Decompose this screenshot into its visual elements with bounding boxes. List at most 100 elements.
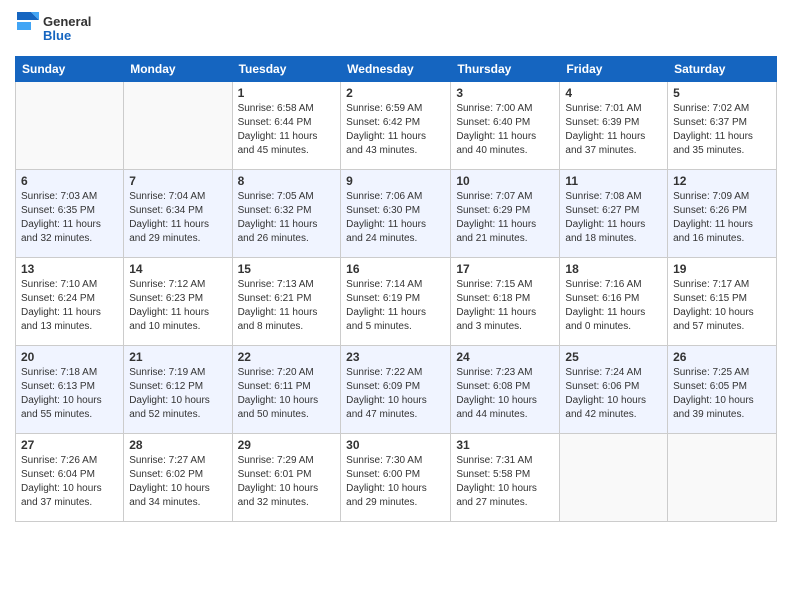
- day-number: 21: [129, 350, 226, 364]
- calendar-cell: 30 Sunrise: 7:30 AMSunset: 6:00 PMDayligh…: [341, 434, 451, 522]
- day-number: 31: [456, 438, 554, 452]
- day-info: Sunrise: 7:03 AMSunset: 6:35 PMDaylight:…: [21, 190, 118, 246]
- day-number: 23: [346, 350, 445, 364]
- day-number: 11: [565, 174, 662, 188]
- calendar-cell: 24 Sunrise: 7:23 AMSunset: 6:08 PMDayligh…: [451, 346, 560, 434]
- day-number: 5: [673, 86, 771, 100]
- day-number: 16: [346, 262, 445, 276]
- calendar-cell: 10 Sunrise: 7:07 AMSunset: 6:29 PMDayligh…: [451, 170, 560, 258]
- day-number: 24: [456, 350, 554, 364]
- day-number: 6: [21, 174, 118, 188]
- calendar-cell: [124, 82, 232, 170]
- calendar-cell: 14 Sunrise: 7:12 AMSunset: 6:23 PMDayligh…: [124, 258, 232, 346]
- logo-svg: General Blue: [15, 10, 105, 48]
- day-info: Sunrise: 7:29 AMSunset: 6:01 PMDaylight:…: [238, 454, 336, 510]
- calendar-cell: 11 Sunrise: 7:08 AMSunset: 6:27 PMDayligh…: [560, 170, 668, 258]
- calendar-cell: [16, 82, 124, 170]
- day-number: 10: [456, 174, 554, 188]
- day-number: 13: [21, 262, 118, 276]
- day-info: Sunrise: 7:07 AMSunset: 6:29 PMDaylight:…: [456, 190, 554, 246]
- calendar-cell: 1 Sunrise: 6:58 AMSunset: 6:44 PMDaylight…: [232, 82, 341, 170]
- day-number: 20: [21, 350, 118, 364]
- day-info: Sunrise: 7:22 AMSunset: 6:09 PMDaylight:…: [346, 366, 445, 422]
- calendar-cell: 25 Sunrise: 7:24 AMSunset: 6:06 PMDayligh…: [560, 346, 668, 434]
- day-number: 7: [129, 174, 226, 188]
- calendar-cell: [560, 434, 668, 522]
- calendar-cell: 27 Sunrise: 7:26 AMSunset: 6:04 PMDayligh…: [16, 434, 124, 522]
- calendar-table: SundayMondayTuesdayWednesdayThursdayFrid…: [15, 56, 777, 522]
- weekday-header-friday: Friday: [560, 57, 668, 82]
- day-info: Sunrise: 7:31 AMSunset: 5:58 PMDaylight:…: [456, 454, 554, 510]
- calendar-cell: 3Sunrise: 7:00 AMSunset: 6:40 PMDaylight…: [451, 82, 560, 170]
- header: General Blue: [15, 10, 777, 48]
- day-number: 14: [129, 262, 226, 276]
- day-info: Sunrise: 7:05 AMSunset: 6:32 PMDaylight:…: [238, 190, 336, 246]
- day-info: Sunrise: 7:17 AMSunset: 6:15 PMDaylight:…: [673, 278, 771, 334]
- calendar-cell: 9Sunrise: 7:06 AMSunset: 6:30 PMDaylight…: [341, 170, 451, 258]
- weekday-header-wednesday: Wednesday: [341, 57, 451, 82]
- day-info: Sunrise: 7:18 AMSunset: 6:13 PMDaylight:…: [21, 366, 118, 422]
- day-info: Sunrise: 7:19 AMSunset: 6:12 PMDaylight:…: [129, 366, 226, 422]
- day-number: 19: [673, 262, 771, 276]
- calendar-cell: 16Sunrise: 7:14 AMSunset: 6:19 PMDayligh…: [341, 258, 451, 346]
- calendar-cell: 7 Sunrise: 7:04 AMSunset: 6:34 PMDaylight…: [124, 170, 232, 258]
- calendar-cell: 18 Sunrise: 7:16 AMSunset: 6:16 PMDayligh…: [560, 258, 668, 346]
- calendar-cell: 28 Sunrise: 7:27 AMSunset: 6:02 PMDayligh…: [124, 434, 232, 522]
- day-number: 29: [238, 438, 336, 452]
- weekday-header-saturday: Saturday: [668, 57, 777, 82]
- day-info: Sunrise: 7:23 AMSunset: 6:08 PMDaylight:…: [456, 366, 554, 422]
- weekday-header-sunday: Sunday: [16, 57, 124, 82]
- svg-text:Blue: Blue: [43, 28, 71, 43]
- day-number: 17: [456, 262, 554, 276]
- calendar-cell: 2Sunrise: 6:59 AMSunset: 6:42 PMDaylight…: [341, 82, 451, 170]
- week-row-5: 27 Sunrise: 7:26 AMSunset: 6:04 PMDayligh…: [16, 434, 777, 522]
- weekday-header-row: SundayMondayTuesdayWednesdayThursdayFrid…: [16, 57, 777, 82]
- day-info: Sunrise: 7:09 AMSunset: 6:26 PMDaylight:…: [673, 190, 771, 246]
- day-number: 22: [238, 350, 336, 364]
- day-info: Sunrise: 7:06 AMSunset: 6:30 PMDaylight:…: [346, 190, 445, 246]
- week-row-4: 20 Sunrise: 7:18 AMSunset: 6:13 PMDayligh…: [16, 346, 777, 434]
- day-info: Sunrise: 6:58 AMSunset: 6:44 PMDaylight:…: [238, 102, 336, 158]
- day-number: 15: [238, 262, 336, 276]
- calendar-cell: 22 Sunrise: 7:20 AMSunset: 6:11 PMDayligh…: [232, 346, 341, 434]
- calendar-cell: 31 Sunrise: 7:31 AMSunset: 5:58 PMDayligh…: [451, 434, 560, 522]
- day-info: Sunrise: 7:16 AMSunset: 6:16 PMDaylight:…: [565, 278, 662, 334]
- day-number: 25: [565, 350, 662, 364]
- week-row-3: 13 Sunrise: 7:10 AMSunset: 6:24 PMDayligh…: [16, 258, 777, 346]
- day-number: 8: [238, 174, 336, 188]
- day-number: 2: [346, 86, 445, 100]
- day-info: Sunrise: 7:20 AMSunset: 6:11 PMDaylight:…: [238, 366, 336, 422]
- calendar-cell: 5 Sunrise: 7:02 AMSunset: 6:37 PMDaylight…: [668, 82, 777, 170]
- day-number: 30: [346, 438, 445, 452]
- day-info: Sunrise: 7:10 AMSunset: 6:24 PMDaylight:…: [21, 278, 118, 334]
- day-info: Sunrise: 7:26 AMSunset: 6:04 PMDaylight:…: [21, 454, 118, 510]
- calendar-cell: 13 Sunrise: 7:10 AMSunset: 6:24 PMDayligh…: [16, 258, 124, 346]
- day-info: Sunrise: 7:13 AMSunset: 6:21 PMDaylight:…: [238, 278, 336, 334]
- calendar-cell: 23 Sunrise: 7:22 AMSunset: 6:09 PMDayligh…: [341, 346, 451, 434]
- day-number: 27: [21, 438, 118, 452]
- weekday-header-tuesday: Tuesday: [232, 57, 341, 82]
- day-info: Sunrise: 7:12 AMSunset: 6:23 PMDaylight:…: [129, 278, 226, 334]
- day-number: 1: [238, 86, 336, 100]
- day-info: Sunrise: 7:24 AMSunset: 6:06 PMDaylight:…: [565, 366, 662, 422]
- day-info: Sunrise: 7:15 AMSunset: 6:18 PMDaylight:…: [456, 278, 554, 334]
- day-info: Sunrise: 7:27 AMSunset: 6:02 PMDaylight:…: [129, 454, 226, 510]
- day-number: 4: [565, 86, 662, 100]
- day-number: 18: [565, 262, 662, 276]
- svg-text:General: General: [43, 14, 91, 29]
- calendar-cell: 19 Sunrise: 7:17 AMSunset: 6:15 PMDayligh…: [668, 258, 777, 346]
- day-info: Sunrise: 7:08 AMSunset: 6:27 PMDaylight:…: [565, 190, 662, 246]
- week-row-1: 1 Sunrise: 6:58 AMSunset: 6:44 PMDaylight…: [16, 82, 777, 170]
- calendar-cell: [668, 434, 777, 522]
- day-number: 28: [129, 438, 226, 452]
- day-info: Sunrise: 7:02 AMSunset: 6:37 PMDaylight:…: [673, 102, 771, 158]
- calendar-cell: 15 Sunrise: 7:13 AMSunset: 6:21 PMDayligh…: [232, 258, 341, 346]
- logo: General Blue: [15, 10, 105, 48]
- weekday-header-monday: Monday: [124, 57, 232, 82]
- day-info: Sunrise: 7:30 AMSunset: 6:00 PMDaylight:…: [346, 454, 445, 510]
- calendar-cell: 12Sunrise: 7:09 AMSunset: 6:26 PMDayligh…: [668, 170, 777, 258]
- day-number: 3: [456, 86, 554, 100]
- calendar-cell: 21 Sunrise: 7:19 AMSunset: 6:12 PMDayligh…: [124, 346, 232, 434]
- day-number: 26: [673, 350, 771, 364]
- day-info: Sunrise: 7:04 AMSunset: 6:34 PMDaylight:…: [129, 190, 226, 246]
